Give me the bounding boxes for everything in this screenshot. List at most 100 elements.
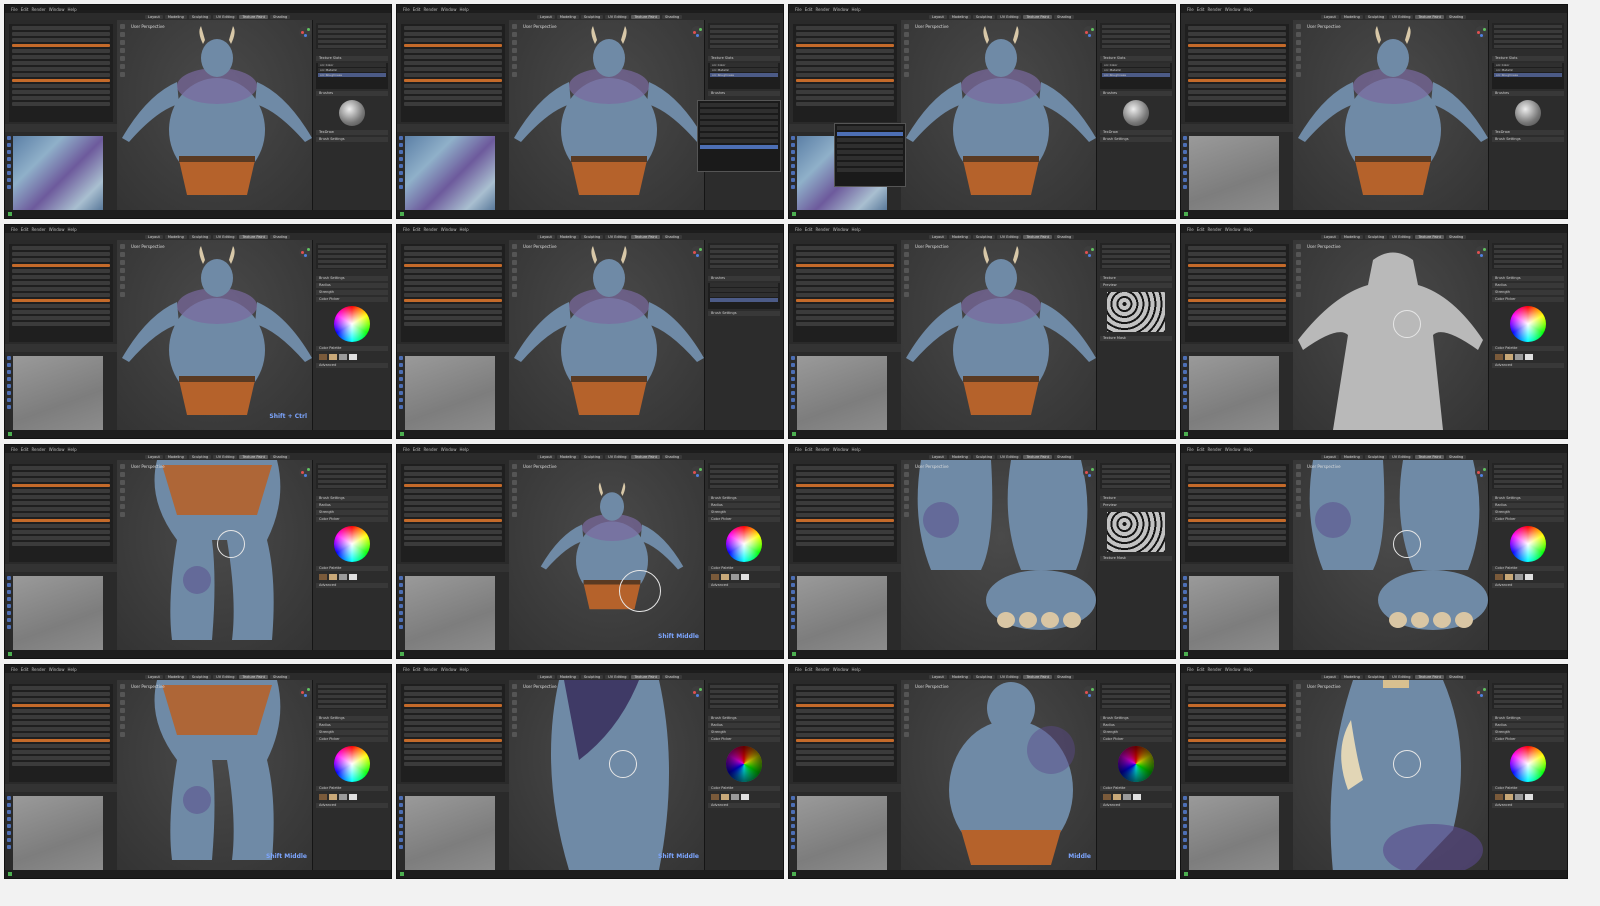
- navigation-gizmo[interactable]: [691, 466, 703, 478]
- outliner-row[interactable]: [1102, 690, 1170, 693]
- outliner-row[interactable]: [318, 250, 386, 253]
- outliner-row[interactable]: [12, 484, 110, 487]
- outliner-row[interactable]: [12, 49, 110, 53]
- tab-texture-paint[interactable]: Texture Paint: [239, 674, 269, 679]
- brush-icon[interactable]: [7, 377, 11, 381]
- tab-texture-paint[interactable]: Texture Paint: [239, 14, 269, 19]
- advanced-header[interactable]: Advanced: [1100, 803, 1172, 808]
- menu-item-file[interactable]: File: [795, 7, 802, 12]
- outliner-row[interactable]: [1188, 102, 1286, 106]
- brush-icon[interactable]: [7, 363, 11, 367]
- outliner-row[interactable]: [318, 695, 386, 698]
- brush-icon[interactable]: [1183, 611, 1187, 615]
- texture-slot-item[interactable]: orc Color: [1494, 63, 1562, 67]
- color-picker-header[interactable]: Color Picker: [1492, 517, 1564, 522]
- tab-uv-editing[interactable]: UV Editing: [997, 454, 1022, 459]
- brush-settings-header[interactable]: Brush Settings: [316, 496, 388, 501]
- brush-icon[interactable]: [1183, 150, 1187, 154]
- brush-icon[interactable]: [1296, 684, 1301, 689]
- tab-modeling[interactable]: Modeling: [948, 234, 971, 239]
- uv-texture-image[interactable]: [797, 796, 887, 874]
- uv-texture-image[interactable]: [1189, 576, 1279, 654]
- outliner-row[interactable]: [404, 501, 502, 505]
- navigation-gizmo[interactable]: [1083, 686, 1095, 698]
- palette-swatch[interactable]: [741, 574, 749, 580]
- palette-swatch[interactable]: [1103, 794, 1111, 800]
- palette-swatch[interactable]: [731, 574, 739, 580]
- menu-item-file[interactable]: File: [795, 227, 802, 232]
- brush-icon[interactable]: [791, 824, 795, 828]
- brush-icon[interactable]: [1183, 136, 1187, 140]
- brush-icon[interactable]: [1183, 576, 1187, 580]
- palette-swatch[interactable]: [1495, 354, 1503, 360]
- axis-dot[interactable]: [696, 34, 699, 37]
- brush-settings-header[interactable]: Brush Settings: [1492, 716, 1564, 721]
- menu-item-help[interactable]: Help: [851, 7, 860, 12]
- brush-icon[interactable]: [7, 356, 11, 360]
- outliner-row[interactable]: [404, 304, 502, 308]
- brush-icon[interactable]: [1296, 32, 1301, 37]
- outliner-row[interactable]: [1188, 55, 1286, 59]
- brush-settings-header[interactable]: Brush Settings: [708, 311, 780, 316]
- outliner-row[interactable]: [404, 38, 502, 42]
- outliner-row[interactable]: [1188, 536, 1286, 540]
- palette-swatch[interactable]: [731, 794, 739, 800]
- preview-header[interactable]: Preview: [1100, 503, 1172, 508]
- tab-shading[interactable]: Shading: [1446, 234, 1467, 239]
- outliner-row[interactable]: [796, 310, 894, 314]
- outliner-row[interactable]: [796, 686, 894, 690]
- outliner-row[interactable]: [1188, 90, 1286, 94]
- navigation-gizmo[interactable]: [691, 26, 703, 38]
- brush-icon[interactable]: [399, 377, 403, 381]
- tab-texture-paint[interactable]: Texture Paint: [1023, 454, 1053, 459]
- brush-icon[interactable]: [120, 496, 125, 501]
- brush-icon[interactable]: [904, 684, 909, 689]
- outliner-row[interactable]: [796, 32, 894, 36]
- brush-icon[interactable]: [399, 136, 403, 140]
- brush-icon[interactable]: [399, 817, 403, 821]
- brush-icon[interactable]: [7, 618, 11, 622]
- color-palette-header[interactable]: Color Palette: [1100, 786, 1172, 791]
- brush-icon[interactable]: [399, 831, 403, 835]
- outliner-row[interactable]: [404, 102, 502, 106]
- outliner-row[interactable]: [796, 756, 894, 760]
- outliner-row[interactable]: [12, 316, 110, 320]
- brush-icon[interactable]: [120, 480, 125, 485]
- texture-slots-header[interactable]: Texture Slots: [708, 56, 780, 61]
- ogre-model[interactable]: [509, 20, 709, 210]
- menu-item-help[interactable]: Help: [459, 7, 468, 12]
- palette-swatch[interactable]: [349, 354, 357, 360]
- color-wheel[interactable]: [334, 306, 370, 342]
- palette-swatch[interactable]: [319, 354, 327, 360]
- brush-icon[interactable]: [1183, 583, 1187, 587]
- menu-item-edit[interactable]: Edit: [805, 667, 813, 672]
- tab-layout[interactable]: Layout: [929, 234, 947, 239]
- menu-item-help[interactable]: Help: [459, 227, 468, 232]
- advanced-header[interactable]: Advanced: [1492, 363, 1564, 368]
- outliner-row[interactable]: [404, 519, 502, 522]
- strength-field[interactable]: Strength: [1492, 510, 1564, 515]
- menu-item-window[interactable]: Window: [441, 667, 457, 672]
- menu-item-help[interactable]: Help: [1243, 667, 1252, 672]
- outliner-row[interactable]: [404, 44, 502, 47]
- outliner-row[interactable]: [710, 475, 778, 478]
- outliner-row[interactable]: [318, 475, 386, 478]
- outliner-row[interactable]: [796, 44, 894, 47]
- ogre-model[interactable]: [901, 680, 1101, 870]
- ogre-model[interactable]: [901, 20, 1101, 210]
- tab-sculpting[interactable]: Sculpting: [188, 234, 212, 239]
- brush-icon[interactable]: [512, 512, 517, 517]
- menu-option[interactable]: [700, 139, 778, 143]
- brush-icon[interactable]: [512, 284, 517, 289]
- outliner-row[interactable]: [404, 281, 502, 285]
- outliner-row[interactable]: [1188, 507, 1286, 511]
- advanced-header[interactable]: Advanced: [708, 583, 780, 588]
- brush-icon[interactable]: [7, 185, 11, 189]
- outliner-row[interactable]: [12, 96, 110, 100]
- brush-icon[interactable]: [7, 391, 11, 395]
- outliner-row[interactable]: [318, 265, 386, 268]
- radius-field[interactable]: Radius: [1492, 723, 1564, 728]
- outliner-row[interactable]: [404, 49, 502, 53]
- brush-icon[interactable]: [512, 692, 517, 697]
- outliner-row[interactable]: [1102, 695, 1170, 698]
